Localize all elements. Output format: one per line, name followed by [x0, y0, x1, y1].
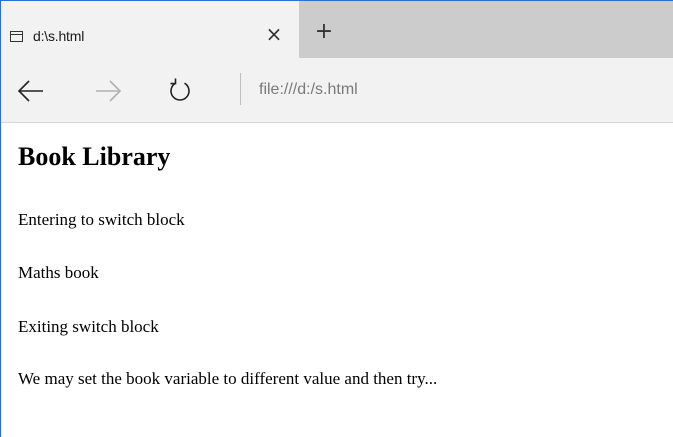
- output-line: Exiting switch block: [18, 317, 159, 336]
- tab-strip: d:\s.html × +: [1, 1, 673, 58]
- forward-button[interactable]: [93, 76, 123, 106]
- address-bar[interactable]: file:///d:/s.html: [259, 81, 358, 99]
- page-icon: [10, 31, 23, 42]
- browser-window: d:\s.html × + file:///d:/s.html Book Lib…: [0, 0, 673, 437]
- arrow-right-icon: [96, 80, 122, 102]
- arrow-left-icon: [17, 80, 43, 102]
- tab-active[interactable]: d:\s.html ×: [1, 1, 299, 58]
- close-icon[interactable]: ×: [265, 24, 283, 44]
- output-line: We may set the book variable to differen…: [18, 369, 438, 388]
- refresh-button[interactable]: [165, 76, 195, 106]
- divider: [240, 73, 241, 105]
- page-content: Book Library Entering to switch block Ma…: [1, 123, 673, 437]
- tab-title: d:\s.html: [33, 28, 85, 44]
- plus-icon[interactable]: +: [314, 21, 334, 43]
- output-line: Maths book: [18, 263, 99, 282]
- navigation-bar: file:///d:/s.html: [1, 58, 673, 123]
- page-title: Book Library: [18, 142, 171, 171]
- refresh-icon: [170, 78, 190, 101]
- back-button[interactable]: [16, 76, 46, 106]
- output-line: Entering to switch block: [18, 210, 185, 229]
